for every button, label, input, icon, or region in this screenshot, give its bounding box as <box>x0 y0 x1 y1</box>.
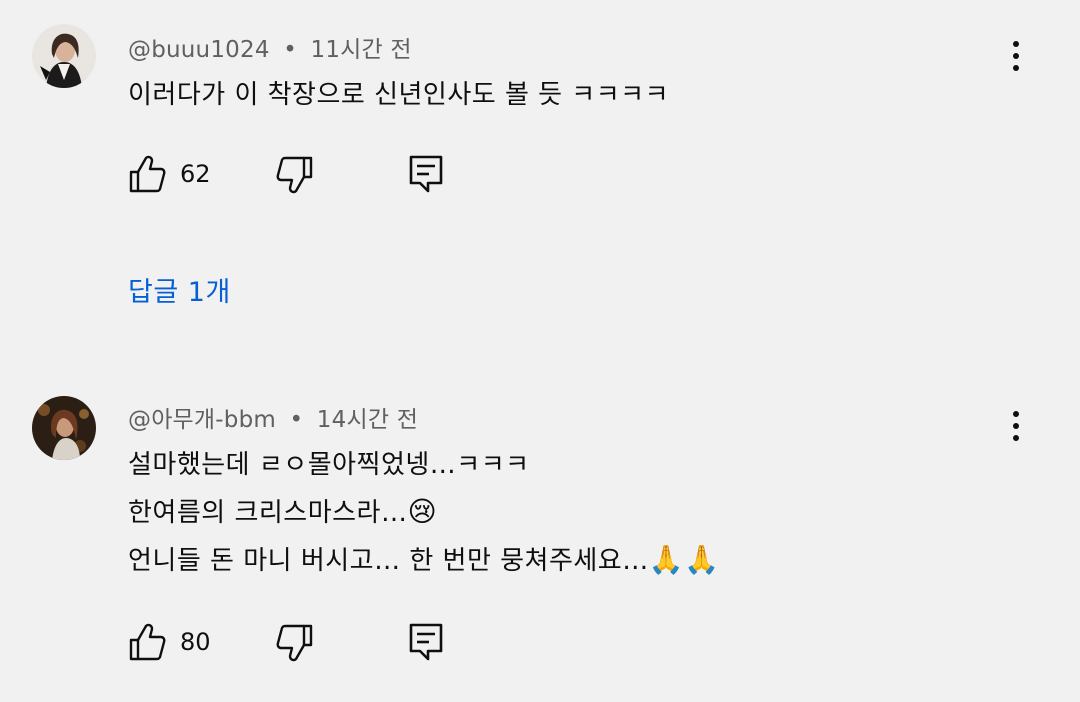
thumbs-up-icon <box>129 155 166 193</box>
more-vert-icon[interactable] <box>996 32 1036 80</box>
dislike-button[interactable] <box>274 624 314 662</box>
comment-text: 이러다가 이 착장으로 신년인사도 볼 듯 ㅋㅋㅋㅋ <box>128 80 669 110</box>
thumbs-down-icon <box>276 156 313 194</box>
dislike-button[interactable] <box>274 156 314 194</box>
comment-meta: @아무개-bbm • 14시간 전 <box>128 400 418 434</box>
author-name[interactable]: @buuu1024 <box>128 37 270 63</box>
comment-text-line-3: 언니들 돈 마니 버시고… 한 번만 뭉쳐주세요…🙏🙏 <box>128 540 719 577</box>
meta-separator: • <box>289 407 304 433</box>
author-name[interactable]: @아무개-bbm <box>128 407 276 433</box>
praying-hands-emoji: 🙏🙏 <box>648 543 720 576</box>
reply-button[interactable] <box>408 622 444 662</box>
comment-time[interactable]: 14시간 전 <box>317 407 418 433</box>
like-count: 62 <box>180 160 211 188</box>
like-button[interactable]: 80 <box>128 622 211 662</box>
like-count: 80 <box>180 628 211 656</box>
like-button[interactable]: 62 <box>128 154 211 194</box>
comment-text: 언니들 돈 마니 버시고… 한 번만 뭉쳐주세요… <box>128 546 649 576</box>
comment-meta: @buuu1024 • 11시간 전 <box>128 30 412 64</box>
reply-comment-icon <box>409 623 443 661</box>
meta-separator: • <box>283 37 297 63</box>
thumbs-up-icon <box>129 623 166 661</box>
reply-comment-icon <box>409 155 443 193</box>
reply-button[interactable] <box>408 154 444 194</box>
crying-face-emoji: 😢 <box>407 495 438 528</box>
comment-text: 한여름의 크리스마스라… <box>128 498 408 528</box>
avatar[interactable] <box>32 24 96 88</box>
more-vert-icon[interactable] <box>996 402 1036 450</box>
comment-time[interactable]: 11시간 전 <box>310 37 411 63</box>
thumbs-down-icon <box>276 624 313 662</box>
comment-text-line-1: 설마했는데 ㄹㅇ몰아찍었넹…ㅋㅋㅋ <box>128 450 530 480</box>
avatar[interactable] <box>32 396 96 460</box>
comment-text-line-2: 한여름의 크리스마스라…😢 <box>128 492 437 529</box>
view-replies-button[interactable]: 답글 1개 <box>128 270 231 309</box>
